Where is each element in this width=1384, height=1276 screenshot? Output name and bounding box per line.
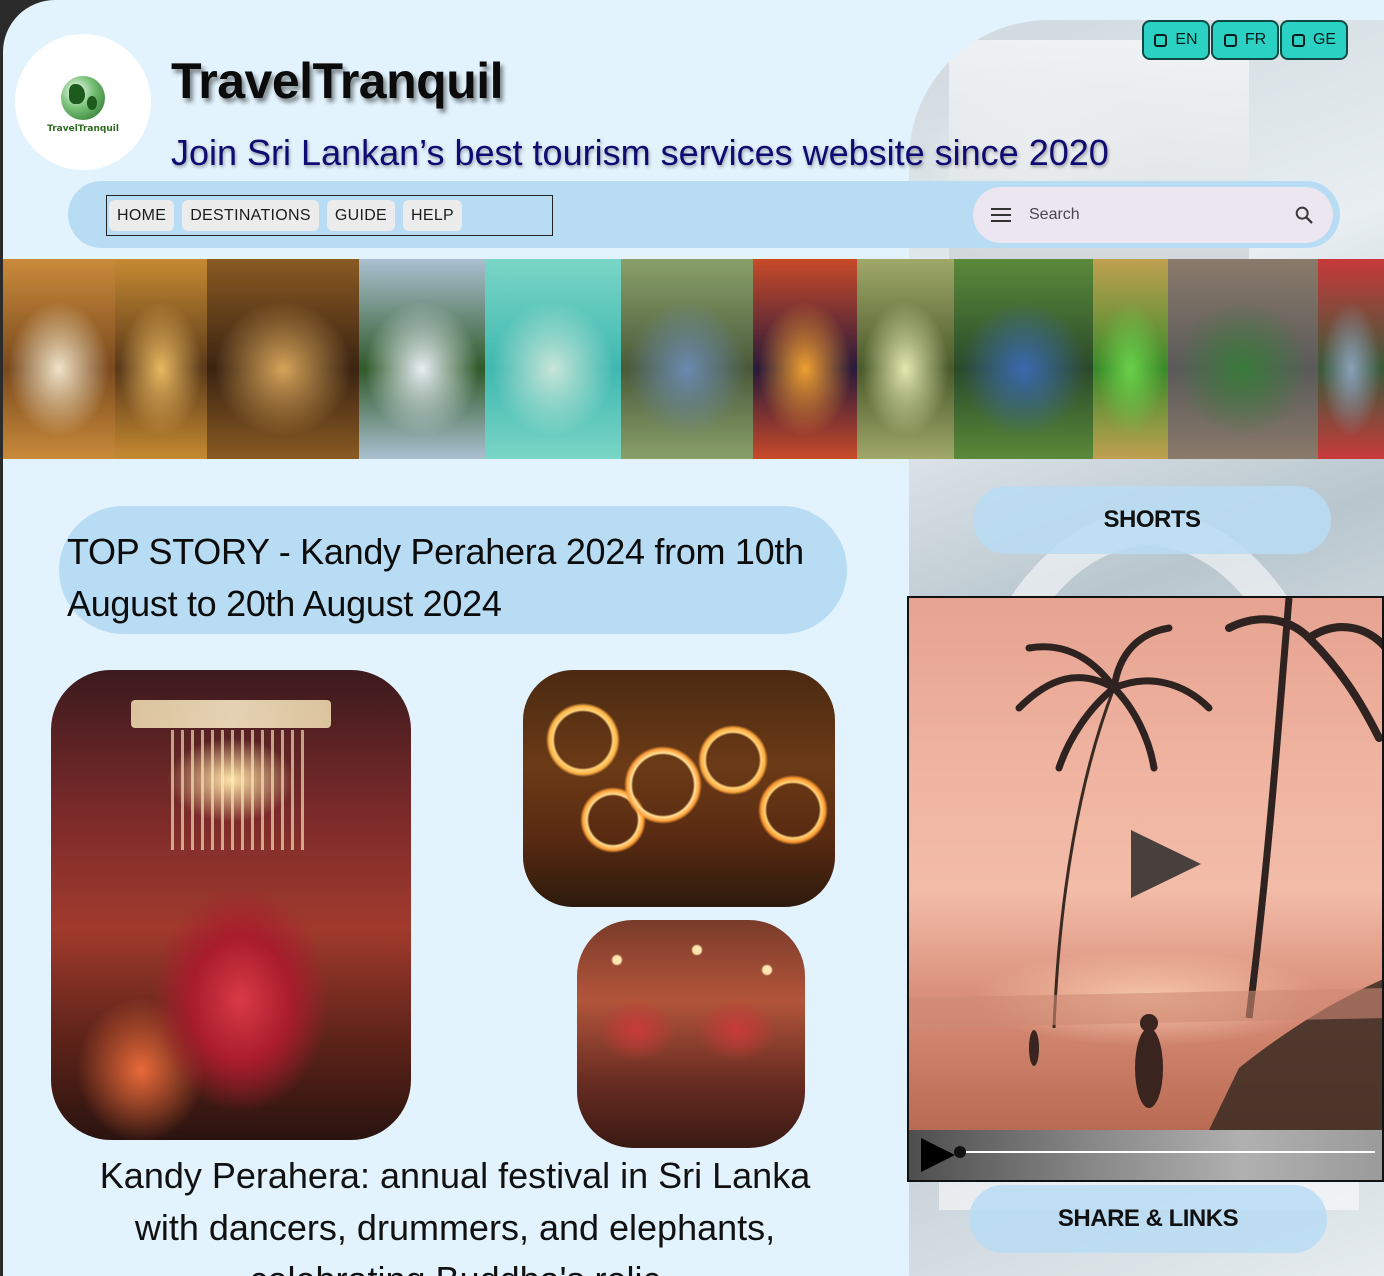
photo-fish-curry[interactable]: [3, 259, 115, 459]
lang-button-fr[interactable]: FR: [1211, 20, 1279, 60]
photo-mountain-flag[interactable]: [359, 259, 485, 459]
lang-label: GE: [1312, 31, 1337, 48]
nav-item-guide[interactable]: GUIDE: [326, 200, 396, 231]
progress-knob[interactable]: [954, 1146, 966, 1158]
search-bar[interactable]: [973, 187, 1333, 243]
lang-button-ge[interactable]: GE: [1280, 20, 1348, 60]
play-icon[interactable]: [1131, 830, 1201, 898]
top-story-banner: TOP STORY - Kandy Perahera 2024 from 10t…: [59, 506, 847, 634]
photo-perahera-dancers[interactable]: [577, 920, 805, 1148]
search-input[interactable]: [1029, 206, 1293, 224]
shorts-video-player[interactable]: [907, 596, 1384, 1182]
lang-button-en[interactable]: EN: [1142, 20, 1210, 60]
menu-icon[interactable]: [991, 208, 1011, 222]
site-title: TravelTranquil: [171, 53, 504, 109]
checkbox-icon[interactable]: [1154, 33, 1168, 47]
nav-item-help[interactable]: HELP: [403, 200, 463, 231]
play-button-icon[interactable]: [921, 1138, 955, 1172]
photo-sigiriya-elephant[interactable]: [621, 259, 753, 459]
logo-text: TravelTranquil: [47, 124, 119, 134]
checkbox-icon[interactable]: [1223, 33, 1237, 47]
nav-item-destinations[interactable]: DESTINATIONS: [182, 200, 319, 231]
photo-turtle-snorkel[interactable]: [485, 259, 621, 459]
photo-fire-dancers[interactable]: [523, 670, 835, 907]
share-links-heading[interactable]: SHARE & LINKS: [969, 1185, 1327, 1253]
story-caption: Kandy Perahera: annual festival in Sri L…: [99, 1155, 811, 1276]
navigation-bar: HOME DESTINATIONS GUIDE HELP: [68, 181, 1340, 248]
photo-leopard[interactable]: [1093, 259, 1168, 459]
language-selector: EN FR GE: [1142, 20, 1348, 60]
photo-elephant-tuktuk[interactable]: [1168, 259, 1318, 459]
photo-nine-arch-train[interactable]: [954, 259, 1093, 459]
logo[interactable]: TravelTranquil: [15, 34, 151, 170]
photo-stilt-fishermen[interactable]: [753, 259, 857, 459]
nav-menu: HOME DESTINATIONS GUIDE HELP: [106, 195, 553, 236]
tagline: Join Sri Lankan’s best tourism services …: [171, 132, 1109, 173]
globe-icon: [61, 76, 105, 120]
photo-hot-air-balloon[interactable]: [1318, 259, 1384, 459]
lang-label: EN: [1175, 31, 1198, 48]
progress-track[interactable]: [959, 1151, 1375, 1153]
page: TravelTranquil TravelTranquil Join Sri L…: [3, 0, 1384, 1276]
shorts-heading[interactable]: SHORTS: [973, 486, 1331, 554]
nav-item-home[interactable]: HOME: [109, 200, 175, 231]
search-icon[interactable]: [1293, 204, 1315, 226]
photo-perahera-elephant[interactable]: [51, 670, 411, 1140]
elephant-lights: [171, 730, 311, 850]
video-frame[interactable]: [909, 598, 1382, 1130]
top-story-title[interactable]: TOP STORY - Kandy Perahera 2024 from 10t…: [67, 526, 807, 630]
photo-tea-pour[interactable]: [207, 259, 359, 459]
elephant-canopy: [131, 700, 331, 728]
photo-lotus-tower-train[interactable]: [857, 259, 954, 459]
photo-masks[interactable]: [115, 259, 207, 459]
lang-label: FR: [1244, 31, 1267, 48]
video-controls: [909, 1130, 1382, 1180]
photo-strip: [3, 259, 1384, 459]
checkbox-icon[interactable]: [1291, 33, 1305, 47]
